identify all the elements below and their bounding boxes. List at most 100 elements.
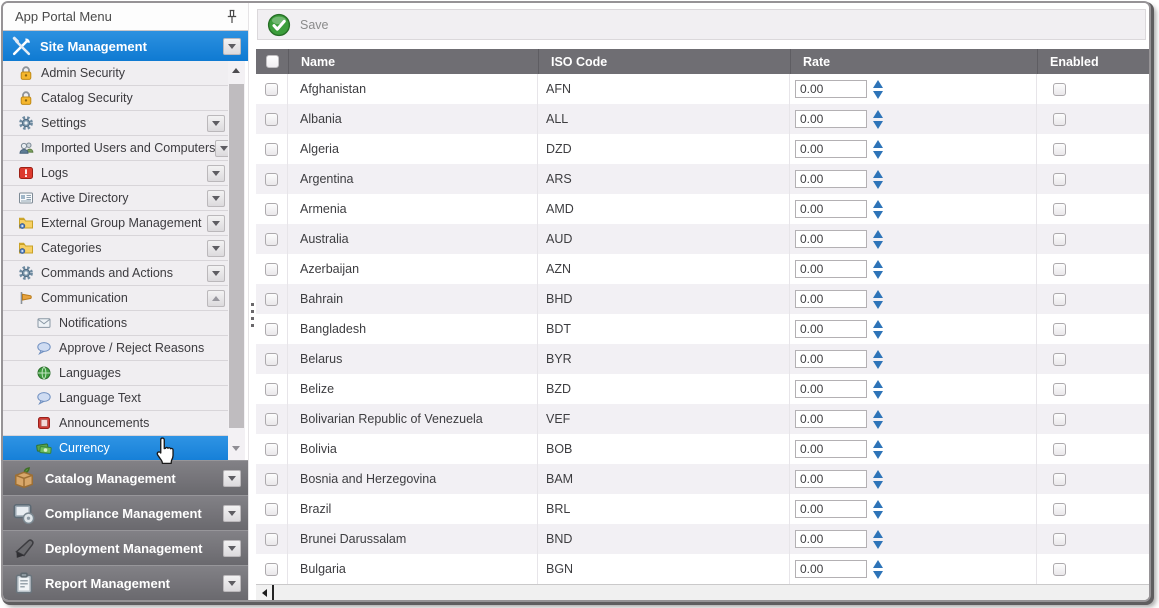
- row-checkbox[interactable]: [265, 143, 278, 156]
- spinner-down-icon[interactable]: [873, 91, 883, 99]
- sidebar-item-active-directory[interactable]: Active Directory: [3, 186, 228, 211]
- rate-input[interactable]: [795, 500, 867, 518]
- sidebar-item-settings[interactable]: Settings: [3, 111, 228, 136]
- enabled-checkbox[interactable]: [1053, 203, 1066, 216]
- rate-spinner[interactable]: [873, 110, 883, 129]
- sidebar-item-languages[interactable]: Languages: [3, 361, 228, 386]
- spinner-down-icon[interactable]: [873, 481, 883, 489]
- section-catalog-management[interactable]: Catalog Management: [3, 460, 248, 495]
- spinner-down-icon[interactable]: [873, 301, 883, 309]
- rate-input[interactable]: [795, 380, 867, 398]
- dropdown-toggle[interactable]: [207, 115, 225, 132]
- rate-input[interactable]: [795, 470, 867, 488]
- enabled-checkbox[interactable]: [1053, 293, 1066, 306]
- enabled-checkbox[interactable]: [1053, 113, 1066, 126]
- row-checkbox[interactable]: [265, 263, 278, 276]
- rate-input[interactable]: [795, 530, 867, 548]
- rate-input[interactable]: [795, 140, 867, 158]
- rate-spinner[interactable]: [873, 80, 883, 99]
- enabled-checkbox[interactable]: [1053, 473, 1066, 486]
- row-checkbox[interactable]: [265, 503, 278, 516]
- rate-spinner[interactable]: [873, 260, 883, 279]
- spinner-up-icon[interactable]: [873, 530, 883, 538]
- spinner-down-icon[interactable]: [873, 391, 883, 399]
- enabled-checkbox[interactable]: [1053, 173, 1066, 186]
- enabled-checkbox[interactable]: [1053, 443, 1066, 456]
- spinner-up-icon[interactable]: [873, 560, 883, 568]
- section-compliance-management[interactable]: Compliance Management: [3, 495, 248, 530]
- enabled-checkbox[interactable]: [1053, 323, 1066, 336]
- section-deployment-management[interactable]: Deployment Management: [3, 530, 248, 565]
- spinner-down-icon[interactable]: [873, 541, 883, 549]
- rate-input[interactable]: [795, 80, 867, 98]
- spinner-down-icon[interactable]: [873, 211, 883, 219]
- dropdown-toggle[interactable]: [207, 240, 225, 257]
- rate-input[interactable]: [795, 560, 867, 578]
- rate-spinner[interactable]: [873, 230, 883, 249]
- spinner-down-icon[interactable]: [873, 451, 883, 459]
- dropdown-toggle[interactable]: [223, 505, 241, 522]
- spinner-down-icon[interactable]: [873, 571, 883, 579]
- rate-spinner[interactable]: [873, 470, 883, 489]
- sidebar-item-language-text[interactable]: Language Text: [3, 386, 228, 411]
- spinner-up-icon[interactable]: [873, 380, 883, 388]
- spinner-up-icon[interactable]: [873, 320, 883, 328]
- spinner-up-icon[interactable]: [873, 140, 883, 148]
- spinner-up-icon[interactable]: [873, 410, 883, 418]
- row-checkbox[interactable]: [265, 533, 278, 546]
- rate-spinner[interactable]: [873, 200, 883, 219]
- rate-input[interactable]: [795, 110, 867, 128]
- sidebar-scrollbar[interactable]: [228, 61, 245, 460]
- sidebar-item-catalog-security[interactable]: Catalog Security: [3, 86, 228, 111]
- spinner-up-icon[interactable]: [873, 500, 883, 508]
- enabled-checkbox[interactable]: [1053, 263, 1066, 276]
- scroll-down-icon[interactable]: [232, 446, 240, 451]
- rate-input[interactable]: [795, 290, 867, 308]
- dropdown-toggle[interactable]: [207, 190, 225, 207]
- row-checkbox[interactable]: [265, 473, 278, 486]
- dropdown-toggle[interactable]: [207, 165, 225, 182]
- spinner-up-icon[interactable]: [873, 260, 883, 268]
- spinner-down-icon[interactable]: [873, 361, 883, 369]
- rate-spinner[interactable]: [873, 410, 883, 429]
- enabled-checkbox[interactable]: [1053, 233, 1066, 246]
- enabled-checkbox[interactable]: [1053, 143, 1066, 156]
- sidebar-item-admin-security[interactable]: Admin Security: [3, 61, 228, 86]
- scroll-left-button[interactable]: [256, 585, 272, 601]
- spinner-up-icon[interactable]: [873, 230, 883, 238]
- enabled-checkbox[interactable]: [1053, 353, 1066, 366]
- spinner-up-icon[interactable]: [873, 200, 883, 208]
- spinner-up-icon[interactable]: [873, 440, 883, 448]
- spinner-up-icon[interactable]: [873, 290, 883, 298]
- dropdown-toggle[interactable]: [223, 540, 241, 557]
- pane-splitter[interactable]: [248, 3, 256, 600]
- spinner-down-icon[interactable]: [873, 331, 883, 339]
- rate-input[interactable]: [795, 410, 867, 428]
- row-checkbox[interactable]: [265, 113, 278, 126]
- rate-input[interactable]: [795, 350, 867, 368]
- row-checkbox[interactable]: [265, 443, 278, 456]
- sidebar-item-approve-reject-reasons[interactable]: Approve / Reject Reasons: [3, 336, 228, 361]
- rate-input[interactable]: [795, 170, 867, 188]
- rate-input[interactable]: [795, 440, 867, 458]
- spinner-up-icon[interactable]: [873, 110, 883, 118]
- rate-input[interactable]: [795, 320, 867, 338]
- section-report-management[interactable]: Report Management: [3, 565, 248, 600]
- hscrollbar-thumb[interactable]: [272, 585, 1149, 601]
- dropdown-toggle[interactable]: [207, 215, 225, 232]
- row-checkbox[interactable]: [265, 383, 278, 396]
- dropdown-toggle[interactable]: [207, 290, 225, 307]
- sidebar-item-imported-users-and-computers[interactable]: Imported Users and Computers: [3, 136, 228, 161]
- section-site-management[interactable]: Site Management: [3, 31, 248, 61]
- enabled-checkbox[interactable]: [1053, 563, 1066, 576]
- spinner-down-icon[interactable]: [873, 121, 883, 129]
- dropdown-toggle[interactable]: [223, 470, 241, 487]
- sidebar-item-logs[interactable]: Logs: [3, 161, 228, 186]
- sidebar-item-currency[interactable]: Currency: [3, 436, 228, 460]
- spinner-down-icon[interactable]: [873, 151, 883, 159]
- sidebar-item-external-group-management[interactable]: External Group Management: [3, 211, 228, 236]
- row-checkbox[interactable]: [265, 323, 278, 336]
- sidebar-item-categories[interactable]: Categories: [3, 236, 228, 261]
- rate-input[interactable]: [795, 230, 867, 248]
- enabled-checkbox[interactable]: [1053, 413, 1066, 426]
